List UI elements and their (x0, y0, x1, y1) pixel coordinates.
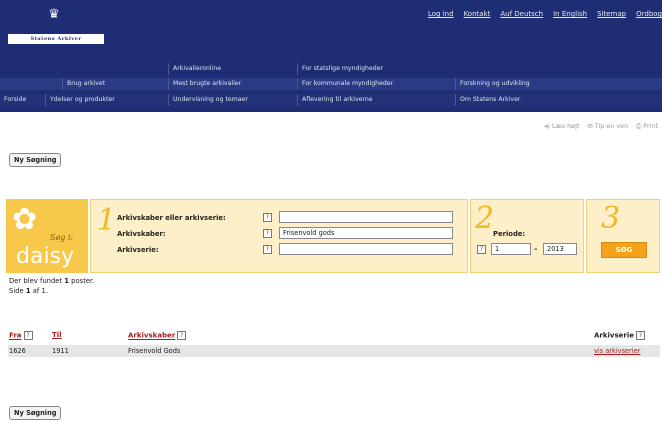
arkivskaber-input[interactable]: Frisenvold gods (279, 227, 453, 239)
site-header: ♛ Statens Arkiver Log ind Kontakt Auf De… (0, 0, 662, 112)
page-tools: ◂) Læs højt ✉ Tip en ven ⎙ Print (544, 122, 658, 131)
nav-kommunale[interactable]: For kommunale myndigheder (297, 78, 455, 90)
sort-til-link[interactable]: Til (52, 331, 62, 339)
help-icon[interactable]: ? (263, 229, 272, 238)
search-panel: 3 SØG (586, 199, 660, 273)
help-icon[interactable]: ? (263, 245, 272, 254)
crown-icon: ♛ (48, 7, 60, 22)
col-fra-header: Fra? (9, 331, 33, 340)
step-1-number: 1 (97, 203, 117, 238)
daisy-logo: ✿ Søg i: daisy (6, 199, 88, 273)
read-aloud-button[interactable]: ◂) Læs højt (544, 122, 579, 131)
nav-brug-arkivet[interactable]: Brug arkivet (62, 78, 168, 90)
step-3-number: 3 (601, 201, 621, 236)
sort-arkivskaber-link[interactable]: Arkivskaber (128, 332, 175, 340)
nav-mest-brugte[interactable]: Mest brugte arkivalier (168, 78, 297, 90)
contact-link[interactable]: Kontakt (464, 10, 491, 18)
col-arkivserie-header: Arkivserie? (594, 331, 646, 340)
sitemap-link[interactable]: Sitemap (597, 10, 626, 18)
arkivskaber-eller-input[interactable] (279, 211, 453, 223)
daisy-subtitle: Søg i: (50, 233, 74, 242)
print-button[interactable]: ⎙ Print (636, 122, 658, 131)
periode-separator: – (534, 245, 538, 253)
arkivserie-label: Arkivserie: (117, 246, 159, 254)
col-arkivskaber-header: Arkivskaber? (128, 331, 187, 340)
row-fra: 1626 (9, 347, 26, 355)
tip-friend-button[interactable]: ✉ Tip en ven (587, 122, 628, 131)
periode-from-input[interactable]: 1 (491, 243, 531, 255)
arkivskaber-eller-label: Arkivskaber eller arkivserie: (117, 214, 226, 222)
periode-label: Periode: (493, 230, 526, 238)
english-link[interactable]: In English (553, 10, 587, 18)
col-til-header: Til (52, 331, 62, 339)
nav-row-3: Forside Ydelser og produkter Undervisnin… (0, 94, 662, 106)
login-link[interactable]: Log ind (428, 10, 454, 18)
result-summary: Der blev fundet 1 poster. Side 1 af 1. (9, 277, 95, 295)
nav-undervisning[interactable]: Undervisning og temaer (168, 94, 297, 106)
help-icon[interactable]: ? (636, 331, 646, 340)
row-arkivskaber: Frisenvold Gods (128, 347, 181, 355)
site-logo[interactable]: ♛ Statens Arkiver (8, 8, 106, 44)
daisy-wordmark: daisy (16, 244, 75, 269)
step-2-number: 2 (475, 201, 495, 236)
nav-forskning[interactable]: Forskning og udvikling (455, 78, 662, 90)
search-button[interactable]: SØG (601, 242, 647, 258)
new-search-button-top[interactable]: Ny Søgning (9, 153, 62, 167)
nav-om[interactable]: Om Statens Arkiver (455, 94, 662, 106)
period-panel: 2 Periode: ? 1 – 2013 (470, 199, 584, 273)
flower-icon: ✿ (12, 202, 38, 237)
table-row (8, 345, 660, 357)
help-icon[interactable]: ? (177, 331, 187, 340)
periode-to-input[interactable]: 2013 (543, 243, 577, 255)
row-til: 1911 (52, 347, 69, 355)
show-series-link[interactable]: vis arkivserier (594, 347, 640, 355)
top-links: Log ind Kontakt Auf Deutsch In English S… (428, 10, 662, 18)
nav-row-2: Brug arkivet Mest brugte arkivalier For … (0, 78, 662, 90)
help-icon[interactable]: ? (263, 213, 272, 222)
arkivskaber-label: Arkivskaber: (117, 230, 166, 238)
nav-aflevering[interactable]: Aflevering til arkiverne (297, 94, 455, 106)
nav-ydelser[interactable]: Ydelser og produkter (45, 94, 168, 106)
help-icon[interactable]: ? (477, 245, 486, 254)
nav-row-1: Arkivalieronline For statslige myndighed… (0, 63, 662, 75)
arkivserie-header-label: Arkivserie (594, 331, 635, 340)
dictionary-link[interactable]: Ordbog (636, 10, 662, 18)
arkivserie-input[interactable] (279, 243, 453, 255)
search-fields-panel: 1 Arkivskaber eller arkivserie: ? Arkivs… (90, 199, 468, 273)
new-search-button-bottom[interactable]: Ny Søgning (9, 406, 62, 420)
german-link[interactable]: Auf Deutsch (500, 10, 543, 18)
nav-forside[interactable]: Forside (0, 94, 45, 106)
sort-fra-link[interactable]: Fra (9, 332, 22, 340)
nav-arkivalieronline[interactable]: Arkivalieronline (168, 63, 297, 75)
help-icon[interactable]: ? (23, 331, 33, 340)
nav-statslige[interactable]: For statslige myndigheder (297, 63, 455, 75)
logo-text: Statens Arkiver (8, 34, 104, 44)
